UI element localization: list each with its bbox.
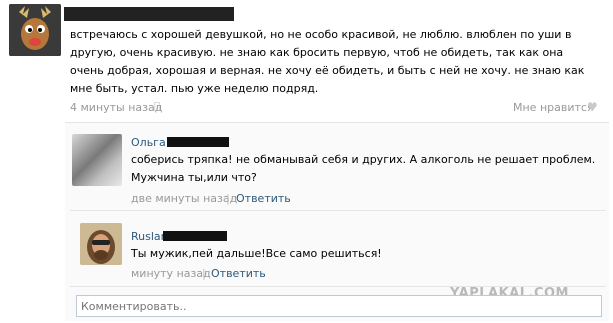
comment-input[interactable] xyxy=(76,295,602,317)
apple-icon:  xyxy=(154,101,160,112)
author-name-redacted xyxy=(163,231,227,241)
comment-divider xyxy=(70,210,606,211)
comment-timestamp[interactable]: минуту назад xyxy=(131,267,211,280)
post-text: встречаюсь с хорошей девушкой, но не осо… xyxy=(70,28,585,95)
comment-author[interactable]: Ольга xyxy=(131,136,166,149)
author-name-redacted xyxy=(167,137,229,147)
meta-separator: | xyxy=(202,267,206,280)
post-timestamp[interactable]: 4 минуты назад xyxy=(70,101,162,114)
like-button[interactable]: Мне нравится xyxy=(513,101,594,114)
comment-text: соберись тряпка! не обманывай себя и дру… xyxy=(131,153,596,184)
reply-link[interactable]: Ответить xyxy=(211,267,266,280)
author-avatar[interactable] xyxy=(9,4,61,56)
reply-link[interactable]: Ответить xyxy=(236,192,291,205)
comment-text: Ты мужик,пей дальше!Все само решиться! xyxy=(131,247,382,260)
comment-avatar[interactable] xyxy=(80,223,122,265)
comment-avatar[interactable] xyxy=(72,134,122,186)
meta-separator: | xyxy=(226,192,230,205)
author-name-redacted xyxy=(64,7,234,21)
heart-icon[interactable]: ♥ xyxy=(587,100,598,114)
comment-timestamp[interactable]: две минуты назад xyxy=(131,192,237,205)
